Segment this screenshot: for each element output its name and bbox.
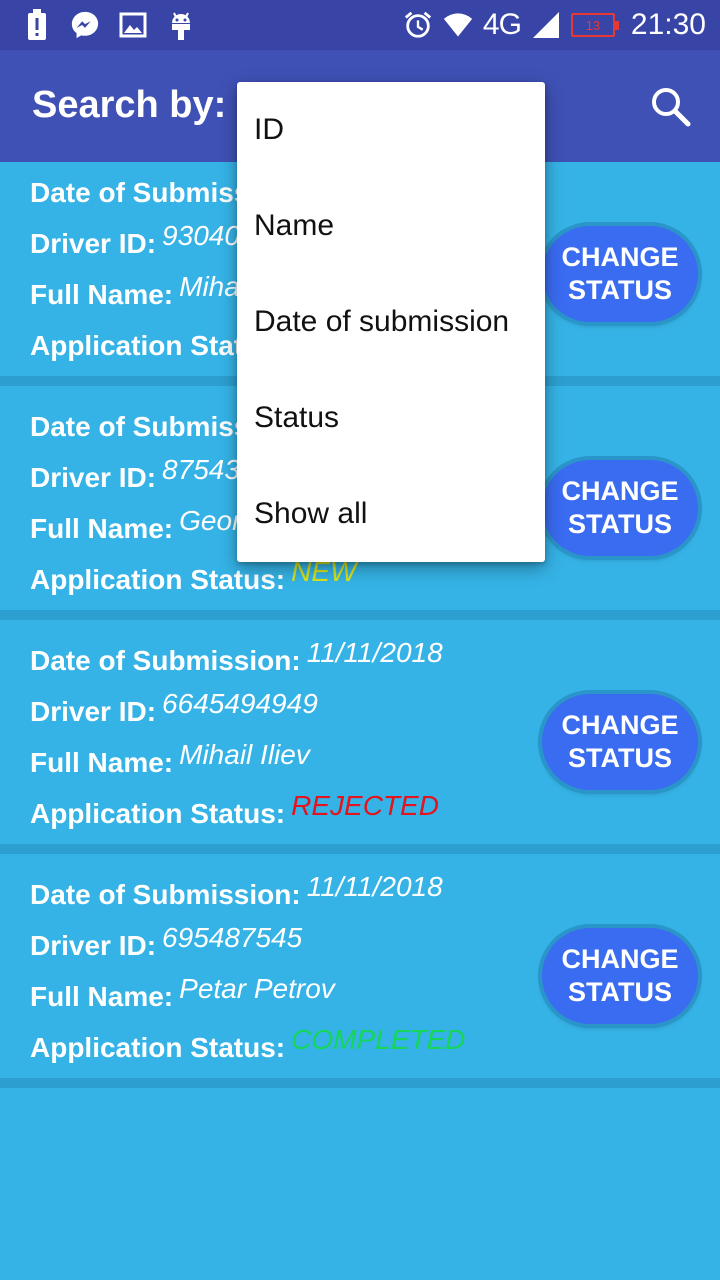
full-name-value: Mihail Iliev [179,739,310,770]
driver-id-label: Driver ID: [30,930,157,961]
wifi-icon [443,10,473,40]
driver-id-value: 93040 [162,220,240,251]
driver-id-value: 695487545 [162,922,303,953]
full-name-value: Geor [179,505,242,536]
driver-id-value: 87543 [162,454,240,485]
status-row: Application Status: COMPLETED [30,1024,465,1064]
change-status-button[interactable]: CHANGE STATUS [542,928,698,1024]
status-row: Application Status: NEW [30,556,356,596]
status-value: COMPLETED [291,1024,466,1055]
alarm-icon [403,10,433,40]
signal-icon [531,10,561,40]
driver-id-label: Driver ID: [30,462,157,493]
full-name-label: Full Name: [30,981,174,1012]
change-status-line1: CHANGE [561,242,679,272]
driver-id-row: Driver ID: 93040 [30,220,240,260]
change-status-button[interactable]: CHANGE STATUS [542,694,698,790]
menu-item-show-all[interactable]: Show all [237,466,545,562]
battery-level: 13 [585,17,601,33]
search-by-menu: ID Name Date of submission Status Show a… [237,82,545,562]
change-status-line1: CHANGE [561,944,679,974]
change-status-line1: CHANGE [561,710,679,740]
menu-item-date-of-submission[interactable]: Date of submission [237,274,545,370]
full-name-row: Full Name: Geor [30,505,241,545]
menu-item-id[interactable]: ID [237,82,545,178]
image-icon [118,10,148,40]
driver-id-label: Driver ID: [30,696,157,727]
full-name-label: Full Name: [30,279,174,310]
date-row: Date of Submission: 11/11/2018 [30,637,443,677]
full-name-row: Full Name: Petar Petrov [30,973,335,1013]
change-status-line1: CHANGE [561,476,679,506]
messenger-icon [70,10,100,40]
status-label: Application Status: [30,798,286,829]
date-label: Date of Submission: [30,645,301,676]
change-status-line2: STATUS [568,275,672,305]
change-status-button[interactable]: CHANGE STATUS [542,460,698,556]
change-status-line2: STATUS [568,509,672,539]
driver-id-value: 6645494949 [162,688,318,719]
full-name-row: Full Name: Mihail Iliev [30,739,310,779]
full-name-value: Petar Petrov [179,973,335,1004]
change-status-button[interactable]: CHANGE STATUS [542,226,698,322]
change-status-line2: STATUS [568,743,672,773]
full-name-label: Full Name: [30,513,174,544]
status-label: Application Status: [30,564,286,595]
date-label: Date of Submission: [30,879,301,910]
menu-item-name[interactable]: Name [237,178,545,274]
status-value: REJECTED [291,790,439,821]
search-icon[interactable] [648,84,694,130]
full-name-value: Miha [179,271,240,302]
driver-id-label: Driver ID: [30,228,157,259]
status-row: Application Status: REJECTED [30,790,439,830]
battery-alert-icon [22,9,52,40]
full-name-label: Full Name: [30,747,174,778]
change-status-line2: STATUS [568,977,672,1007]
driver-id-row: Driver ID: 6645494949 [30,688,318,728]
android-icon [166,10,196,40]
menu-item-status[interactable]: Status [237,370,545,466]
driver-id-row: Driver ID: 87543 [30,454,240,494]
status-bar: 4G 13 21:30 [0,0,720,50]
notification-icons [22,8,196,42]
toolbar-title: Search by: [32,84,227,126]
date-value: 11/11/2018 [306,637,443,668]
network-type: 4G [482,8,522,41]
application-card: Date of Submission: 11/11/2018 Driver ID:… [0,630,720,854]
status-label: Application Status: [30,1032,286,1063]
driver-id-row: Driver ID: 695487545 [30,922,302,962]
application-card: Date of Submission: 11/11/2018 Driver ID:… [0,864,720,1088]
date-row: Date of Submission: 11/11/2018 [30,871,443,911]
battery-indicator: 13 [570,13,619,37]
system-icons: 4G 13 21:30 [403,8,706,42]
full-name-row: Full Name: Miha [30,271,240,311]
date-value: 11/11/2018 [306,871,443,902]
clock: 21:30 [630,8,706,41]
